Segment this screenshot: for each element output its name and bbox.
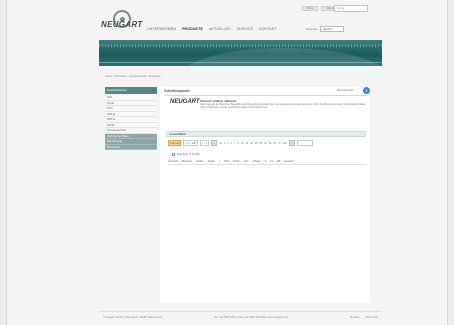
footer-contact: Tel. +49 7822 105-0 | Fax +49 7822 105-2… — [214, 316, 289, 319]
ratio-option[interactable]: 3 — [224, 142, 225, 145]
product-logo: NEUGART — [170, 99, 200, 105]
ratio-option[interactable]: 10 — [241, 142, 244, 145]
nav-item-products[interactable]: PRODUKTE — [182, 27, 203, 31]
utility-link-home[interactable]: Home — [301, 6, 319, 11]
series-select[interactable]: PLE 040 — [168, 140, 182, 146]
ratio-option[interactable]: 64 — [273, 142, 276, 145]
ratio-option[interactable]: 15 — [245, 142, 248, 145]
divider — [164, 95, 368, 96]
sidebar-header[interactable]: Getriebesuche — [105, 87, 157, 94]
column-header[interactable]: n1N — [244, 160, 249, 163]
nav-item-news[interactable]: AKTUELLES — [209, 27, 231, 31]
select-all-checkbox[interactable] — [172, 152, 175, 156]
column-header[interactable]: Ct — [270, 160, 273, 163]
ratio-option[interactable]: 40 — [264, 142, 267, 145]
filter-bar: Auswahlfilter — [166, 131, 366, 137]
results-count: Ergebnis: 8 Treffer — [172, 152, 200, 156]
add-filter-button[interactable]: + — [210, 140, 217, 146]
language-select[interactable]: Deutsch — [320, 26, 345, 32]
nav-item-service[interactable]: SERVICE — [237, 27, 253, 31]
settings-link[interactable]: Einstellungen — [337, 88, 354, 92]
ratio-option[interactable]: 8 — [237, 142, 238, 145]
footer: © Neugart GmbH | Impressum | AGB | Daten… — [99, 311, 382, 323]
sidebar-item-active[interactable]: Download — [105, 144, 157, 150]
filter-row: PLE 040 i = 3 - 100 1 - 3 + 1/2 3 4 5 7 … — [168, 140, 313, 146]
main-content: Getriebeauswahl Einstellungen ? NEUGART … — [160, 87, 370, 303]
column-header[interactable]: T2Not — [233, 160, 240, 163]
ratio-option[interactable]: 1/2 — [219, 142, 222, 145]
breadcrumb[interactable]: Home › Produkte › Getriebesuche › Ergebn… — [105, 74, 160, 78]
footer-actions: Drucken Nach oben — [350, 316, 378, 319]
ratio-option[interactable]: 20 — [250, 142, 253, 145]
column-header[interactable]: Jt — [264, 160, 266, 163]
column-header[interactable]: Auswahl — [168, 160, 178, 163]
column-header[interactable]: n1Max — [252, 160, 260, 163]
clear-filter-button[interactable]: × — [288, 140, 295, 146]
column-header[interactable]: Mk — [277, 160, 280, 163]
column-header[interactable]: Baureihe — [182, 160, 192, 163]
footer-legal-links[interactable]: © Neugart GmbH | Impressum | AGB | Daten… — [103, 316, 162, 319]
stages-select[interactable]: 1 - 3 — [199, 140, 209, 146]
ratio-option[interactable]: 7 — [234, 142, 235, 145]
header-banner — [99, 40, 382, 66]
ratio-option[interactable]: 70 — [278, 142, 281, 145]
results-table-header: Auswahl Baureihe Größe Stufen i T2N T2No… — [168, 160, 366, 165]
nav-item-company[interactable]: UNTERNEHMEN — [147, 27, 176, 31]
ratio-option[interactable]: 4 — [227, 142, 228, 145]
sidebar: Getriebesuche PLE PLFE PLN WPLE WPLN PLH… — [105, 87, 157, 150]
language-label: Sprache — [306, 27, 318, 31]
back-to-top-link[interactable]: Nach oben — [365, 316, 378, 319]
main-nav: UNTERNEHMEN PRODUKTE AKTUELLES SERVICE K… — [147, 27, 277, 31]
language-selector: Sprache Deutsch — [306, 26, 345, 32]
search-input[interactable]: Suche — [334, 5, 368, 12]
nav-item-contact[interactable]: KONTAKT — [259, 27, 276, 31]
ratio-option[interactable]: 5 — [231, 142, 232, 145]
ratio-select[interactable]: i = 3 - 100 — [183, 140, 198, 146]
ratio-option[interactable]: 50 — [269, 142, 272, 145]
ratio-option[interactable]: 30 — [259, 142, 262, 145]
section-title: Getriebeauswahl — [164, 89, 190, 93]
ratio-option[interactable]: 100 — [283, 142, 287, 145]
column-header[interactable]: Stufen — [208, 160, 216, 163]
column-header[interactable]: Größe — [196, 160, 203, 163]
ratio-option[interactable]: 25 — [255, 142, 258, 145]
brand-logo[interactable]: NEUGART — [101, 8, 143, 34]
filter-value-input[interactable] — [296, 140, 313, 146]
results-label: Ergebnis: 8 Treffer — [177, 152, 200, 156]
column-header[interactable]: i — [219, 160, 220, 163]
logo-text: NEUGART — [101, 20, 143, 29]
help-icon[interactable]: ? — [363, 87, 370, 94]
column-header[interactable]: Gewicht — [284, 160, 293, 163]
print-link[interactable]: Drucken — [350, 316, 360, 319]
intro-text: Nach Auswahl der Baureihe, Baugröße und … — [200, 103, 366, 110]
column-header[interactable]: T2N — [224, 160, 229, 163]
